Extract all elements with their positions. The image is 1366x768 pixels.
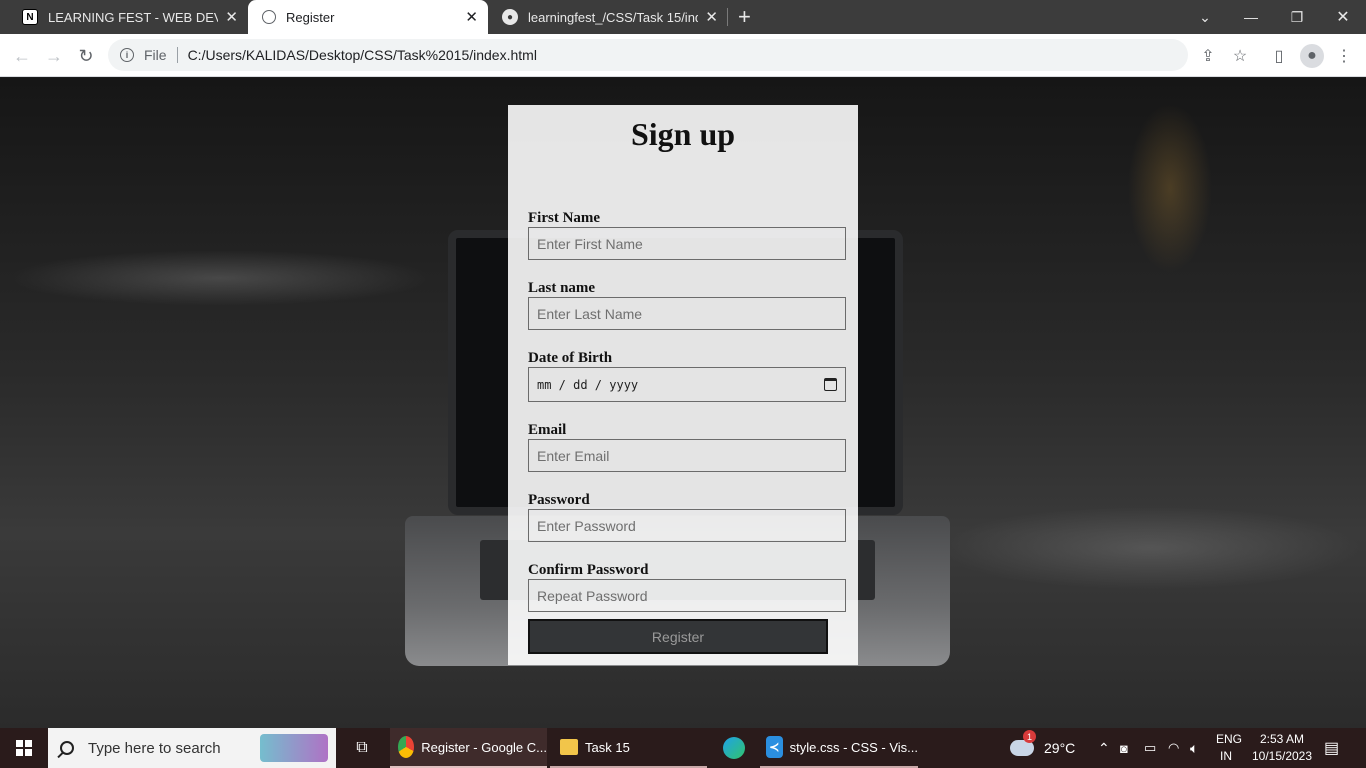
weather-temp: 29°C [1044,740,1076,756]
signup-form: Sign up First Name Enter First Name Last… [508,105,858,665]
close-icon[interactable]: ✕ [225,8,238,26]
taskbar-app-explorer[interactable]: Task 15 [550,728,707,768]
last-name-input[interactable]: Enter Last Name [528,297,846,330]
tab-github[interactable]: ● learningfest_/CSS/Task 15/index. ✕ [488,0,728,34]
volume-icon[interactable]: 🔈︎ [1190,728,1198,768]
email-placeholder: Enter Email [537,447,610,464]
browser-toolbar: ← → ↻ i File C:/Users/KALIDAS/Desktop/CS… [0,34,1366,77]
password-input[interactable]: Enter Password [528,509,846,542]
language-line2: IN [1220,749,1232,763]
close-window-button[interactable]: ✕ [1320,0,1366,34]
last-name-label: Last name [528,280,596,296]
taskbar-search[interactable]: Type here to search [48,728,336,768]
tab-learning-fest[interactable]: N LEARNING FEST - WEB DEVELOP ✕ [8,0,248,34]
close-icon[interactable]: ✕ [705,8,718,26]
first-name-input[interactable]: Enter First Name [528,227,846,260]
dob-input[interactable]: mm / dd / yyyy [528,367,846,402]
first-name-label: First Name [528,210,601,226]
battery-icon[interactable]: ▭ [1144,728,1156,768]
star-icon[interactable]: ☆ [1228,44,1252,68]
close-icon[interactable]: ✕ [465,8,478,26]
email-label: Email [528,422,567,438]
reload-icon[interactable]: ↻ [74,44,98,68]
taskbar-app-label: Task 15 [585,739,630,755]
last-name-placeholder: Enter Last Name [537,305,643,322]
search-placeholder: Type here to search [88,739,221,757]
calendar-icon[interactable] [824,378,837,391]
new-tab-button[interactable]: + [738,4,751,30]
wifi-icon[interactable]: ◠ [1168,728,1179,768]
browser-tab-strip: N LEARNING FEST - WEB DEVELOP ✕ Register… [0,0,1366,34]
tab-register[interactable]: Register ✕ [248,0,488,34]
side-panel-icon[interactable]: ▯ [1267,44,1291,68]
notification-badge: 1 [1023,730,1036,743]
windows-taskbar: Type here to search ⧉ Register - Google … [0,728,1366,768]
menu-icon[interactable]: ⋮ [1332,44,1356,68]
language-indicator[interactable]: ENG IN [1216,728,1242,768]
tab-title: learningfest_/CSS/Task 15/index. [528,9,698,25]
task-view-icon[interactable]: ⧉ [344,728,380,768]
clock-date: 10/15/2023 [1251,749,1313,763]
page-title: Sign up [630,116,736,152]
folder-icon [560,739,578,755]
password-label: Password [528,492,590,508]
weather-widget[interactable]: 1 29°C [1010,728,1075,768]
edge-icon [723,737,745,759]
back-icon[interactable]: ← [10,44,34,68]
tab-title: LEARNING FEST - WEB DEVELOP [48,9,218,25]
restore-button[interactable]: ❐ [1274,0,1320,34]
globe-icon [262,10,276,24]
clock-time: 2:53 AM [1259,732,1305,746]
tab-title: Register [286,9,335,25]
site-info-label[interactable]: File [144,47,167,63]
email-input[interactable]: Enter Email [528,439,846,472]
search-icon [60,741,74,755]
taskbar-app-label: style.css - CSS - Vis... [789,739,918,755]
share-icon[interactable]: ⇪ [1196,44,1220,68]
taskbar-app-label: Register - Google C... [421,739,547,755]
confirm-password-input[interactable]: Repeat Password [528,579,846,612]
search-highlight-art [260,734,328,762]
notification-center-icon[interactable]: ▤ [1324,728,1339,768]
windows-icon [16,740,32,756]
address-bar[interactable]: i File C:/Users/KALIDAS/Desktop/CSS/Task… [108,39,1188,71]
cloud-icon: 1 [1010,730,1036,756]
info-icon[interactable]: i [120,48,134,62]
minimize-button[interactable]: — [1228,0,1274,34]
tab-separator [727,8,728,26]
camera-icon[interactable]: ◙ [1120,728,1128,768]
password-placeholder: Enter Password [537,517,636,534]
profile-icon[interactable]: ● [1300,44,1324,68]
register-button[interactable]: Register [528,619,828,654]
clock[interactable]: 2:53 AM 10/15/2023 [1250,728,1314,768]
dob-label: Date of Birth [528,350,613,366]
confirm-password-placeholder: Repeat Password [537,587,648,604]
url-text[interactable]: C:/Users/KALIDAS/Desktop/CSS/Task%2015/i… [188,47,537,63]
chrome-icon [398,736,415,758]
language-line1: ENG [1216,732,1243,746]
taskbar-app-edge[interactable] [712,728,756,768]
show-hidden-icons[interactable]: ⌃ [1098,728,1110,768]
github-icon: ● [502,9,518,25]
taskbar-app-chrome[interactable]: Register - Google C... [390,728,547,768]
forward-icon[interactable]: → [42,44,66,68]
tab-search-icon[interactable]: ⌄ [1182,0,1228,34]
first-name-placeholder: Enter First Name [537,235,643,252]
dob-placeholder: mm / dd / yyyy [537,377,639,392]
page-viewport: Sign up First Name Enter First Name Last… [0,78,1366,728]
confirm-password-label: Confirm Password [528,562,649,578]
divider [176,47,178,63]
notion-icon: N [22,9,38,25]
start-button[interactable] [0,728,48,768]
taskbar-app-vscode[interactable]: ≺ style.css - CSS - Vis... [760,728,918,768]
vscode-icon: ≺ [766,736,783,758]
